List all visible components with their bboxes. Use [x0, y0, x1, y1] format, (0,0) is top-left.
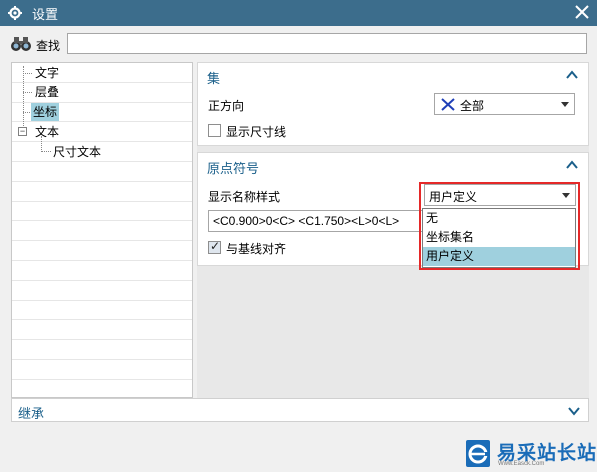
chevron-down-icon[interactable] — [568, 406, 580, 416]
tree-row — [12, 162, 192, 182]
tree-row — [12, 340, 192, 360]
tree-item-dimension-text[interactable]: 尺寸文本 — [51, 143, 103, 161]
tree-row — [12, 301, 192, 321]
chevron-up-icon[interactable] — [566, 160, 578, 170]
section-origin-title: 原点符号 — [207, 161, 260, 176]
watermark-logo-icon — [466, 440, 490, 467]
gear-icon — [8, 6, 22, 20]
tree-row — [12, 380, 192, 397]
format-text-field[interactable]: <C0.900>0<C> <C1.750><L>0<L> — [208, 210, 423, 232]
tree-item-coordinate[interactable]: 坐标 — [31, 103, 60, 121]
window-title: 设置 — [32, 6, 59, 22]
tree-row — [12, 360, 192, 380]
tree-row — [12, 241, 192, 261]
name-style-label: 显示名称样式 — [208, 190, 281, 204]
tree-row — [12, 281, 192, 301]
tree-item-stack[interactable]: 层叠 — [33, 83, 61, 101]
section-origin-header[interactable]: 原点符号 — [198, 153, 588, 179]
find-label: 查找 — [36, 39, 61, 53]
settings-tree: − 文字 层叠 坐标 文本 尺寸文本 — [11, 62, 193, 398]
watermark-subtext: Www.Easck.Com — [498, 461, 545, 467]
dropdown-arrow-icon — [562, 193, 570, 198]
dropdown-arrow-icon — [561, 102, 569, 107]
tree-connector — [23, 73, 32, 74]
section-set: 集 正方向 全部 显示尺寸线 — [197, 62, 589, 146]
tree-connector — [41, 151, 51, 152]
tree-row — [12, 261, 192, 281]
section-set-header[interactable]: 集 — [198, 63, 588, 89]
title-bar: 设置 — [0, 0, 597, 26]
section-inherit-title: 继承 — [18, 406, 45, 421]
orientation-label: 正方向 — [208, 99, 245, 113]
section-set-title: 集 — [207, 71, 221, 86]
section-inherit[interactable]: 继承 — [11, 398, 589, 422]
find-input[interactable] — [67, 33, 587, 54]
show-dimension-lines-label: 显示尺寸线 — [226, 125, 287, 139]
close-icon[interactable] — [574, 4, 590, 20]
collapse-toggle[interactable]: − — [18, 127, 27, 136]
align-baseline-label: 与基线对齐 — [226, 242, 287, 256]
binoculars-icon — [11, 37, 31, 51]
orientation-select[interactable]: 全部 — [434, 93, 575, 115]
chevron-up-icon[interactable] — [566, 70, 578, 80]
dropdown-option-coord-set-name[interactable]: 坐标集名 — [423, 228, 575, 247]
show-dimension-lines-checkbox[interactable] — [208, 124, 221, 137]
tree-row — [12, 221, 192, 242]
name-style-value: 用户定义 — [429, 190, 478, 204]
name-style-dropdown-list: 无 坐标集名 用户定义 — [422, 208, 576, 268]
dropdown-option-user-defined[interactable]: 用户定义 — [423, 247, 575, 266]
tree-row — [12, 182, 192, 202]
tree-row — [12, 320, 192, 341]
tree-row — [12, 202, 192, 222]
dropdown-option-none[interactable]: 无 — [423, 209, 575, 228]
axes-cross-icon — [441, 98, 455, 111]
tree-item-text[interactable]: 文字 — [33, 64, 61, 82]
find-bar: 查找 — [0, 26, 597, 62]
tree-connector — [23, 92, 32, 93]
tree-connector — [23, 66, 24, 132]
orientation-value: 全部 — [460, 99, 485, 113]
tree-item-body-text[interactable]: 文本 — [33, 123, 61, 141]
align-baseline-checkbox[interactable] — [208, 239, 221, 254]
name-style-select[interactable]: 用户定义 — [424, 184, 576, 206]
